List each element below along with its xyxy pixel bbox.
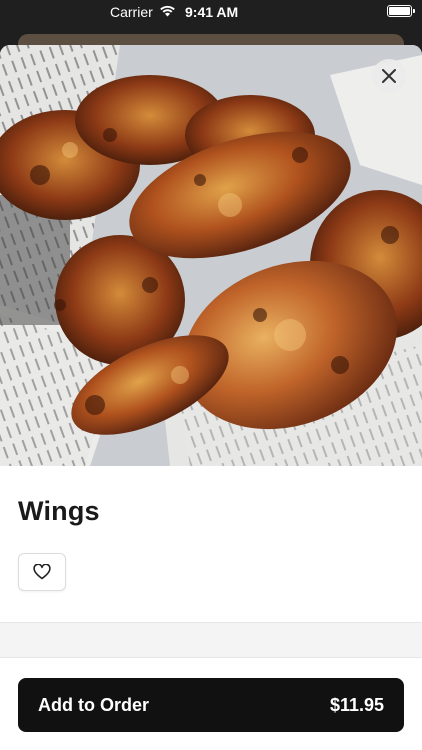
item-title: Wings bbox=[18, 496, 100, 526]
price-label: $11.95 bbox=[329, 694, 384, 715]
section-divider bbox=[0, 622, 422, 658]
item-detail-sheet: Wings Add to Order $11.95 bbox=[0, 45, 422, 750]
wifi-icon bbox=[159, 4, 176, 20]
status-left: Carrier bbox=[110, 4, 176, 20]
add-to-order-button[interactable]: Add to Order $11.95 bbox=[18, 678, 404, 732]
close-icon bbox=[382, 69, 396, 83]
heart-icon bbox=[33, 564, 51, 580]
item-details: Wings bbox=[0, 496, 422, 591]
status-bar: Carrier 9:41 AM bbox=[0, 0, 422, 24]
add-to-order-label: Add to Order bbox=[38, 694, 149, 715]
close-button[interactable] bbox=[372, 59, 406, 93]
status-time: 9:41 AM bbox=[185, 4, 239, 20]
item-photo bbox=[0, 45, 422, 466]
battery-icon bbox=[387, 5, 415, 17]
screen: Carrier 9:41 AM Wings Add to Order $11.9… bbox=[0, 0, 422, 750]
favorite-button[interactable] bbox=[18, 553, 66, 591]
carrier-label: Carrier bbox=[110, 4, 153, 20]
